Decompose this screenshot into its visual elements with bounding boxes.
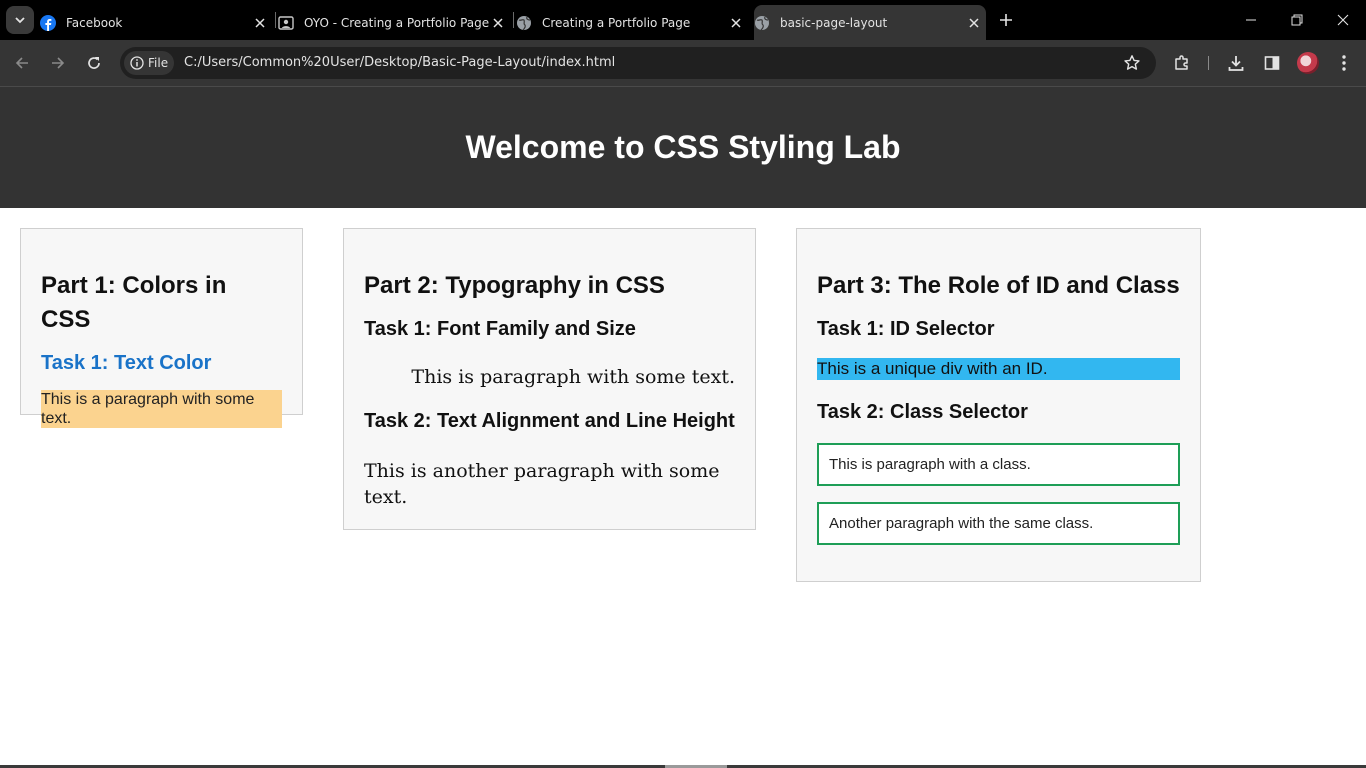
- puzzle-icon: [1175, 55, 1188, 70]
- close-icon[interactable]: [728, 15, 744, 31]
- back-button[interactable]: [8, 49, 36, 77]
- globe-icon: [754, 15, 770, 31]
- close-icon[interactable]: [966, 15, 982, 31]
- page-title: Welcome to CSS Styling Lab: [465, 129, 901, 165]
- menu-button[interactable]: [1330, 49, 1358, 77]
- minimize-button[interactable]: [1228, 0, 1274, 40]
- portrait-icon: [278, 15, 294, 31]
- part3-task2-title: Task 2: Class Selector: [817, 401, 1028, 423]
- reload-icon: [88, 57, 100, 69]
- class-paragraph: Another paragraph with the same class.: [817, 502, 1180, 545]
- part2-task2-title: Task 2: Text Alignment and Line Height: [364, 410, 735, 432]
- side-panel-icon: [1264, 56, 1280, 70]
- chevron-down-icon: [15, 17, 25, 24]
- info-icon: [130, 56, 144, 70]
- minimize-icon: [1246, 19, 1256, 21]
- reload-button[interactable]: [80, 49, 108, 77]
- profile-button[interactable]: [1294, 49, 1322, 77]
- downloads-button[interactable]: [1222, 49, 1250, 77]
- part2-section: Part 2: Typography in CSS Task 1: Font F…: [343, 228, 756, 530]
- arrow-right-icon: [52, 57, 65, 69]
- serif-paragraph-right: This is paragraph with some text.: [411, 366, 735, 388]
- part3-section: Part 3: The Role of ID and Class Task 1:…: [796, 228, 1201, 582]
- tab-strip: Facebook OYO - Creating a Portfolio Page…: [0, 0, 1366, 40]
- part2-task1-title: Task 1: Font Family and Size: [364, 318, 636, 340]
- part1-task1-title: Task 1: Text Color: [41, 352, 212, 374]
- unique-id-div: This is a unique div with an ID.: [817, 358, 1180, 380]
- tab-title: OYO - Creating a Portfolio Page: [304, 15, 490, 30]
- part3-heading: Part 3: The Role of ID and Class: [817, 272, 1180, 299]
- avatar: [1297, 52, 1319, 74]
- close-window-button[interactable]: [1320, 0, 1366, 40]
- tab-separator: [513, 12, 514, 28]
- new-tab-button[interactable]: [994, 8, 1018, 32]
- tab-basic-page-layout[interactable]: basic-page-layout: [754, 5, 986, 40]
- tab-oyo-portfolio[interactable]: OYO - Creating a Portfolio Page: [278, 5, 510, 40]
- plus-icon: [1000, 14, 1012, 26]
- url-text[interactable]: C:/Users/Common%20User/Desktop/Basic-Pag…: [184, 55, 615, 70]
- side-panel-button[interactable]: [1258, 49, 1286, 77]
- part1-section: Part 1: Colors in CSS Task 1: Text Color…: [20, 228, 303, 428]
- arrow-left-icon: [15, 57, 28, 69]
- extensions-button[interactable]: [1168, 49, 1196, 77]
- tab-title: Creating a Portfolio Page: [542, 15, 691, 30]
- part3-task1-title: Task 1: ID Selector: [817, 318, 995, 340]
- serif-paragraph: This is another paragraph with some text…: [364, 460, 720, 508]
- browser-toolbar: File C:/Users/Common%20User/Desktop/Basi…: [0, 40, 1366, 86]
- close-icon[interactable]: [252, 15, 268, 31]
- close-icon[interactable]: [490, 15, 506, 31]
- page-header: Welcome to CSS Styling Lab: [0, 87, 1366, 208]
- tab-title: Facebook: [66, 15, 123, 30]
- globe-icon: [516, 15, 532, 31]
- toolbar-divider: [1208, 56, 1209, 70]
- forward-button[interactable]: [44, 49, 72, 77]
- tab-search-button[interactable]: [6, 6, 34, 34]
- restore-button[interactable]: [1274, 0, 1320, 40]
- tab-facebook[interactable]: Facebook: [40, 5, 272, 40]
- highlighted-paragraph: This is a paragraph with some text.: [41, 390, 282, 428]
- download-icon: [1228, 56, 1244, 71]
- site-info-chip[interactable]: File: [124, 51, 174, 75]
- tab-separator: [275, 12, 276, 28]
- part1-heading: Part 1: Colors in CSS: [41, 272, 227, 333]
- address-bar[interactable]: File C:/Users/Common%20User/Desktop/Basi…: [120, 47, 1156, 79]
- part2-heading: Part 2: Typography in CSS: [364, 272, 665, 299]
- class-paragraph: This is paragraph with a class.: [817, 443, 1180, 486]
- facebook-icon: [40, 14, 56, 31]
- tab-title: basic-page-layout: [780, 15, 888, 30]
- restore-icon: [1291, 14, 1303, 26]
- bookmark-button[interactable]: [1122, 53, 1142, 73]
- close-icon: [1337, 14, 1349, 26]
- kebab-menu-icon: [1342, 55, 1346, 71]
- star-icon: [1124, 55, 1140, 70]
- site-chip-label: File: [148, 56, 169, 70]
- tab-creating-portfolio[interactable]: Creating a Portfolio Page: [516, 5, 748, 40]
